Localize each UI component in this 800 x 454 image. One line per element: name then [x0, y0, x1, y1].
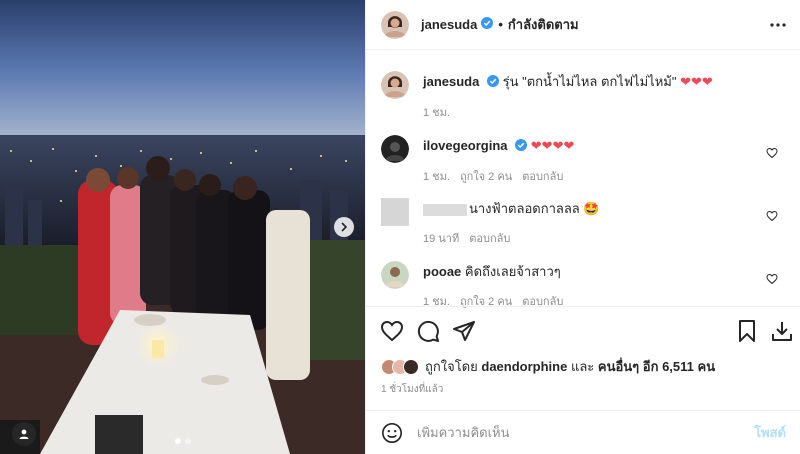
- caption-username[interactable]: janesuda: [423, 74, 479, 89]
- post-header: janesuda • กำลังติดตาม: [366, 0, 800, 50]
- user-tag-icon: [19, 429, 29, 439]
- comment-input[interactable]: [417, 425, 755, 440]
- comment-username-redacted[interactable]: [423, 203, 467, 216]
- more-options-button[interactable]: [767, 14, 789, 36]
- carousel-dot: [175, 438, 181, 444]
- caption-text: รุ่น "ตกน้ำไม่ไหล ตกไฟไม่ไหม้": [502, 74, 681, 89]
- post-photo[interactable]: [0, 0, 365, 454]
- post-details-panel: janesuda • กำลังติดตาม janesuda รุ่น "ตก…: [365, 0, 800, 454]
- avatar[interactable]: [381, 135, 409, 163]
- comment-time[interactable]: 19 นาที: [423, 229, 459, 247]
- more-icon: [770, 23, 786, 27]
- avatar-image: [381, 135, 409, 163]
- reply-button[interactable]: ตอบกลับ: [522, 167, 563, 185]
- likes-prefix: ถูกใจโดย: [425, 359, 478, 374]
- heart-outline-icon[interactable]: [380, 319, 404, 343]
- tagged-users-button[interactable]: [12, 422, 36, 446]
- header-username[interactable]: janesuda: [421, 17, 477, 32]
- comment-username[interactable]: pooae: [423, 264, 461, 279]
- verified-icon: [486, 74, 499, 92]
- carousel-indicator: [175, 438, 191, 444]
- share-icon[interactable]: [452, 319, 476, 343]
- likes-user[interactable]: daendorphine: [481, 359, 567, 374]
- caption-body: janesuda รุ่น "ตกน้ำไม่ไหล ตกไฟไม่ไหม้" …: [423, 71, 786, 121]
- liker-avatars: [381, 358, 419, 375]
- comment-item: นางฟ้าตลอดกาลลล 🤩 19 นาที ตอบกลับ: [381, 198, 786, 247]
- comment-username[interactable]: ilovegeorgina: [423, 138, 508, 153]
- comment-item: ilovegeorgina ❤❤❤❤ 1 ชม. ถูกใจ 2 คน ตอบก…: [381, 135, 786, 185]
- emoji-icon[interactable]: [381, 422, 403, 444]
- comment-likes[interactable]: ถูกใจ 2 คน: [460, 167, 512, 185]
- chevron-right-icon: [341, 222, 348, 232]
- caption-emoji: ❤❤❤: [680, 74, 713, 89]
- avatar-image: [381, 261, 409, 289]
- avatar-image: [381, 198, 409, 226]
- avatar[interactable]: [381, 198, 409, 226]
- comment-composer: โพสต์: [366, 410, 800, 454]
- comment-icon[interactable]: [416, 319, 440, 343]
- heart-outline-icon[interactable]: [766, 147, 778, 159]
- post-timestamp[interactable]: 1 ชั่วโมงที่แล้ว: [381, 382, 443, 397]
- comment-body: ilovegeorgina ❤❤❤❤ 1 ชม. ถูกใจ 2 คน ตอบก…: [423, 135, 786, 185]
- comment-emoji: ❤❤❤❤: [530, 138, 575, 153]
- header-separator: •: [498, 17, 503, 32]
- comment-item: pooae คิดถึงเลยจ้าสาวๆ 1 ชม. ถูกใจ 2 คน …: [381, 261, 786, 310]
- verified-icon: [481, 17, 494, 32]
- caption: janesuda รุ่น "ตกน้ำไม่ไหล ตกไฟไม่ไหม้" …: [381, 71, 786, 121]
- likes-summary: ถูกใจโดย daendorphine และ คนอื่นๆ อีก 6,…: [381, 356, 715, 377]
- heart-outline-icon[interactable]: [766, 210, 778, 222]
- comment-text: นางฟ้าตลอดกาลลล: [469, 201, 580, 216]
- avatar[interactable]: [381, 261, 409, 289]
- caption-time[interactable]: 1 ชม.: [423, 103, 450, 121]
- avatar-image: [381, 71, 409, 99]
- carousel-dot: [185, 438, 191, 444]
- photo-illustration: [0, 0, 365, 454]
- comment-body: pooae คิดถึงเลยจ้าสาวๆ 1 ชม. ถูกใจ 2 คน …: [423, 261, 786, 310]
- download-icon[interactable]: [770, 319, 794, 343]
- following-button[interactable]: กำลังติดตาม: [508, 14, 579, 35]
- avatar[interactable]: [381, 71, 409, 99]
- post-comment-button[interactable]: โพสต์: [754, 422, 786, 443]
- avatar[interactable]: [381, 10, 409, 39]
- verified-icon: [515, 138, 528, 156]
- comment-body: นางฟ้าตลอดกาลลล 🤩 19 นาที ตอบกลับ: [423, 198, 786, 247]
- reply-button[interactable]: ตอบกลับ: [469, 229, 510, 247]
- action-bar: [366, 306, 800, 358]
- heart-outline-icon[interactable]: [766, 273, 778, 285]
- likes-others[interactable]: คนอื่นๆ อีก 6,511 คน: [598, 356, 715, 377]
- avatar: [403, 358, 419, 375]
- next-photo-button[interactable]: [334, 217, 354, 237]
- comment-text: คิดถึงเลยจ้าสาวๆ: [464, 264, 561, 279]
- bookmark-icon[interactable]: [735, 319, 759, 343]
- comment-emoji: 🤩: [583, 201, 600, 216]
- likes-middle: และ: [570, 359, 595, 374]
- avatar-image: [381, 10, 409, 39]
- comment-time[interactable]: 1 ชม.: [423, 167, 450, 185]
